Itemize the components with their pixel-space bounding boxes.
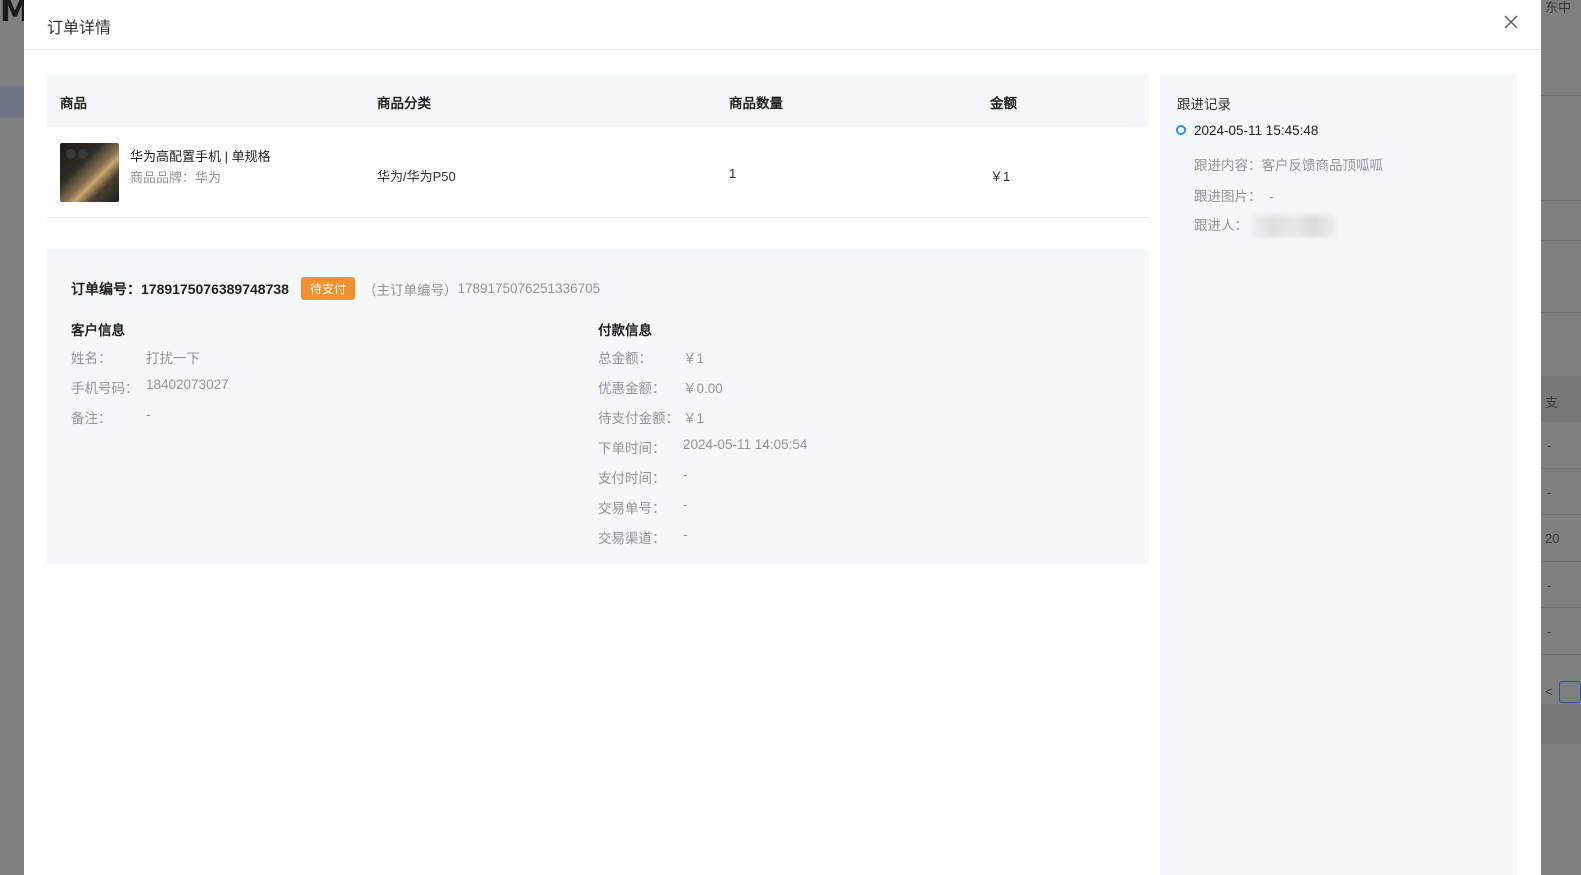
product-name: 华为高配置手机 | 单规格 bbox=[130, 149, 271, 164]
dialog-title: 订单详情 bbox=[47, 20, 112, 37]
background-text: - bbox=[1547, 578, 1552, 593]
follow-up-panel: 跟进记录 2024-05-11 15:45:48 跟进内容：客户反馈商品顶呱呱 … bbox=[1160, 74, 1517, 875]
follow-up-time: 2024-05-11 15:45:48 bbox=[1194, 123, 1319, 138]
product-category: 华为/华为P50 bbox=[377, 169, 456, 184]
status-badge: 待支付 bbox=[300, 277, 355, 300]
order-info-card: 订单编号： 1789175076389748738 待支付 （主订单编号） 17… bbox=[47, 249, 1149, 564]
total-amount-row: 总金额： ￥1 bbox=[598, 347, 704, 367]
background-nav-highlight bbox=[0, 86, 24, 118]
field-label: 待支付金额： bbox=[598, 411, 679, 426]
table-row: 华为高配置手机 | 单规格 商品品牌：华为 华为/华为P50 1 ￥1 bbox=[47, 127, 1149, 218]
follow-up-person-row: 跟进人： bbox=[1194, 214, 1336, 238]
background-divider bbox=[1541, 561, 1581, 562]
trade-channel-row: 交易渠道： - bbox=[598, 527, 688, 547]
field-label: 手机号码： bbox=[71, 381, 139, 396]
background-divider bbox=[1541, 514, 1581, 515]
background-text: 支 bbox=[1545, 395, 1559, 410]
follow-up-title: 跟进记录 bbox=[1177, 97, 1231, 112]
column-header-product: 商品 bbox=[60, 96, 87, 111]
customer-phone-row: 手机号码： 18402073027 bbox=[71, 377, 229, 397]
customer-name-row: 姓名： 打扰一下 bbox=[71, 347, 200, 367]
main-order-number: 1789175076251336705 bbox=[457, 281, 601, 296]
timeline-dot-icon bbox=[1176, 125, 1186, 135]
background-divider bbox=[1541, 200, 1581, 201]
field-label: 优惠金额： bbox=[598, 381, 666, 396]
order-time-row: 下单时间： 2024-05-11 14:05:54 bbox=[598, 437, 807, 457]
order-number: 1789175076389748738 bbox=[141, 280, 289, 297]
field-label: 交易渠道： bbox=[598, 531, 666, 546]
trade-number: - bbox=[683, 497, 688, 512]
product-quantity: 1 bbox=[729, 166, 737, 181]
field-label: 跟进内容： bbox=[1194, 158, 1262, 173]
background-text: 20 bbox=[1545, 531, 1560, 546]
background-text: - bbox=[1547, 485, 1552, 500]
follow-up-content: 客户反馈商品顶呱呱 bbox=[1261, 158, 1384, 173]
pay-time: - bbox=[683, 467, 688, 482]
follow-up-image-row: 跟进图片： - bbox=[1194, 185, 1274, 205]
background-prev-page-icon: < bbox=[1545, 684, 1553, 699]
main-order-label: （主订单编号） bbox=[362, 282, 458, 298]
background-right-strip: 东中 支 - - 20 - - < bbox=[1541, 0, 1581, 875]
product-image[interactable] bbox=[60, 143, 119, 202]
field-label: 下单时间： bbox=[598, 441, 666, 456]
background-text: - bbox=[1547, 438, 1552, 453]
pending-amount-row: 待支付金额： ￥1 bbox=[598, 407, 704, 427]
redacted-person-name bbox=[1252, 215, 1336, 238]
background-divider bbox=[1541, 312, 1581, 313]
field-label: 总金额： bbox=[598, 351, 652, 366]
background-divider bbox=[1541, 240, 1581, 241]
discount-amount: ￥0.00 bbox=[683, 381, 723, 396]
product-amount: ￥1 bbox=[990, 169, 1011, 184]
product-table: 商品 商品分类 商品数量 金额 华为高配置手机 | 单规格 商品品牌：华为 华为… bbox=[47, 74, 1149, 218]
column-header-amount: 金额 bbox=[990, 96, 1017, 111]
product-brand: 商品品牌：华为 bbox=[130, 170, 222, 185]
background-pagination-button bbox=[1559, 681, 1581, 703]
customer-phone: 18402073027 bbox=[146, 377, 229, 392]
background-text: - bbox=[1547, 624, 1552, 639]
background-divider bbox=[1541, 468, 1581, 469]
field-label: 支付时间： bbox=[598, 471, 666, 486]
field-label: 交易单号： bbox=[598, 501, 666, 516]
order-number-label: 订单编号： bbox=[71, 280, 141, 297]
pending-amount: ￥1 bbox=[683, 411, 705, 426]
order-detail-dialog: 订单详情 商品 商品分类 商品数量 金额 华为高配置手机 | 单规格 商品品牌：… bbox=[24, 0, 1541, 875]
background-text: 东中 bbox=[1545, 0, 1572, 15]
background-divider bbox=[1541, 95, 1581, 96]
background-footer bbox=[1541, 704, 1581, 744]
order-time: 2024-05-11 14:05:54 bbox=[683, 437, 808, 452]
customer-info-title: 客户信息 bbox=[71, 323, 125, 338]
field-label: 备注： bbox=[71, 411, 112, 426]
field-label: 跟进人： bbox=[1194, 218, 1248, 233]
column-header-quantity: 商品数量 bbox=[729, 96, 783, 111]
customer-remark: - bbox=[146, 407, 151, 422]
field-label: 跟进图片： bbox=[1194, 189, 1262, 204]
field-label: 姓名： bbox=[71, 351, 112, 366]
discount-amount-row: 优惠金额： ￥0.00 bbox=[598, 377, 723, 397]
total-amount: ￥1 bbox=[683, 351, 705, 366]
trade-channel: - bbox=[683, 527, 688, 542]
payment-info-title: 付款信息 bbox=[598, 323, 652, 338]
follow-up-content-row: 跟进内容：客户反馈商品顶呱呱 bbox=[1194, 154, 1383, 174]
dialog-header: 订单详情 bbox=[24, 0, 1541, 50]
background-divider bbox=[1541, 654, 1581, 655]
trade-number-row: 交易单号： - bbox=[598, 497, 688, 517]
column-header-category: 商品分类 bbox=[377, 96, 431, 111]
customer-remark-row: 备注： - bbox=[71, 407, 151, 427]
pay-time-row: 支付时间： - bbox=[598, 467, 688, 487]
order-number-line: 订单编号： 1789175076389748738 待支付 （主订单编号） 17… bbox=[71, 277, 600, 300]
close-icon[interactable] bbox=[1501, 12, 1521, 32]
background-divider bbox=[1541, 607, 1581, 608]
follow-up-image-value: - bbox=[1269, 189, 1274, 204]
customer-name: 打扰一下 bbox=[146, 351, 200, 366]
table-header: 商品 商品分类 商品数量 金额 bbox=[47, 74, 1149, 127]
